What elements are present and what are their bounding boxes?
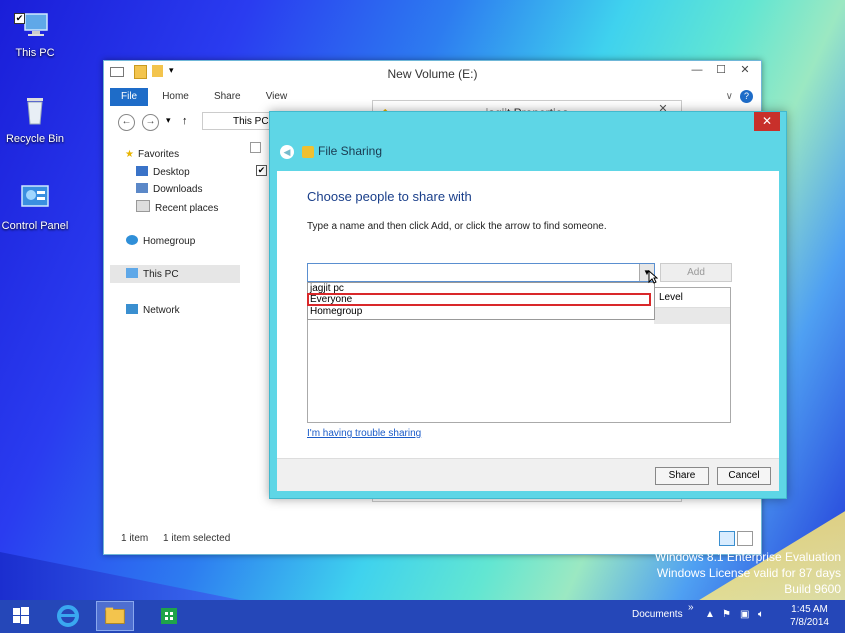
desktop-icon-label: Recycle Bin (5, 133, 65, 145)
toolbar-expand-icon[interactable]: » (688, 602, 694, 613)
watermark-line: Windows License valid for 87 days (656, 566, 841, 580)
nav-item-recent[interactable]: Recent places (136, 200, 218, 214)
nav-label: This PC (143, 269, 179, 280)
status-bar: 1 item 1 item selected (121, 533, 230, 544)
nav-label: Recent places (155, 203, 219, 214)
back-icon[interactable]: ← (118, 114, 135, 131)
help-icon[interactable]: ? (740, 90, 753, 103)
explorer-titlebar: ▾ New Volume (E:) — ☐ ✕ (104, 61, 761, 86)
nav-label: Downloads (153, 184, 203, 195)
selected-count: 1 item selected (163, 533, 231, 544)
watermark-line: Windows 8.1 Enterprise Evaluation (654, 550, 841, 564)
volume-icon[interactable]: 🔈︎ (758, 609, 764, 620)
windows-watermark: Windows 8.1 Enterprise Evaluation Window… (655, 549, 841, 597)
nav-label: Favorites (137, 149, 180, 160)
dialog-body: Choose people to share with Type a name … (277, 171, 779, 458)
nav-label: Homegroup (143, 236, 196, 247)
star-icon: ★ (125, 149, 134, 160)
trouble-sharing-link[interactable]: I'm having trouble sharing (307, 428, 421, 439)
desktop-icon-recycle-bin[interactable]: Recycle Bin (0, 94, 70, 145)
close-icon[interactable]: ✕ (754, 112, 780, 131)
dialog-title: File Sharing (318, 144, 383, 158)
start-button[interactable] (2, 601, 40, 631)
show-hidden-icons-icon[interactable]: ▲ (705, 609, 715, 620)
documents-toolbar[interactable]: Documents (632, 609, 683, 620)
desktop-icon-label: Control Panel (1, 220, 69, 232)
desktop-folder-icon (136, 166, 148, 176)
ribbon-expand-icon[interactable]: ∨ (726, 91, 733, 102)
minimize-icon[interactable]: — (685, 61, 709, 81)
maximize-icon[interactable]: ☐ (709, 61, 733, 81)
add-button[interactable]: Add (660, 263, 732, 282)
internet-explorer-button[interactable] (49, 601, 87, 631)
computer-icon (126, 268, 138, 278)
cancel-button[interactable]: Cancel (717, 467, 771, 485)
network-icon (126, 304, 138, 314)
store-icon (161, 608, 177, 624)
item-checkbox[interactable]: ✔ (256, 165, 267, 176)
tab-share[interactable]: Share (203, 88, 252, 106)
control-panel-icon (21, 185, 49, 207)
mouse-cursor-icon (648, 270, 658, 284)
nav-item-desktop[interactable]: Desktop (136, 166, 190, 178)
large-icons-view-icon[interactable] (737, 531, 753, 546)
forward-icon[interactable]: → (142, 114, 159, 131)
window-title: New Volume (E:) (387, 67, 478, 81)
nav-item-this-pc-content: This PC (126, 268, 179, 280)
tab-home[interactable]: Home (151, 88, 200, 106)
nav-item-downloads[interactable]: Downloads (136, 183, 202, 195)
table-row[interactable] (654, 308, 730, 324)
share-button[interactable]: Share (655, 467, 709, 485)
checkbox-icon[interactable]: ✔ (14, 13, 25, 24)
nav-item-homegroup[interactable]: Homegroup (126, 235, 195, 247)
desktop-icon-this-pc[interactable]: ✔ This PC (0, 8, 70, 59)
highlight-box (307, 293, 651, 306)
option-homegroup[interactable]: Homegroup (310, 306, 362, 317)
internet-explorer-icon (57, 605, 79, 627)
file-explorer-button[interactable] (96, 601, 134, 631)
option-everyone[interactable]: Everyone (310, 294, 352, 305)
clock[interactable]: 1:45 AM 7/8/2014 (790, 603, 829, 629)
downloads-icon (136, 183, 148, 193)
nav-label: Network (143, 305, 180, 316)
back-icon[interactable]: ◀ (280, 144, 294, 159)
clock-date: 7/8/2014 (790, 617, 829, 628)
homegroup-icon (126, 235, 138, 245)
desktop-icon-label: This PC (15, 47, 55, 59)
column-permission-level[interactable]: Level (654, 288, 730, 308)
people-dropdown-list: jagjit pc Everyone Homegroup (307, 282, 655, 320)
dialog-footer: Share Cancel (277, 458, 779, 491)
dialog-heading: Choose people to share with (307, 189, 472, 204)
name-combo-input[interactable]: ▼ (307, 263, 655, 282)
nav-item-network[interactable]: Network (126, 304, 180, 316)
nav-item-this-pc[interactable]: This PC (110, 265, 240, 283)
tab-file[interactable]: File (110, 88, 149, 106)
file-sharing-dialog: ✕ ◀ File Sharing Choose people to share w… (269, 111, 787, 499)
item-count: 1 item (121, 533, 149, 544)
people-icon (302, 145, 314, 158)
nav-label: Desktop (153, 167, 190, 178)
address-box[interactable]: This PC (202, 112, 276, 130)
taskbar: Documents » ▲ ⚑ ▣ 🔈︎ 1:45 AM 7/8/2014 (0, 600, 845, 633)
folder-icon (105, 607, 125, 624)
close-icon[interactable]: ✕ (733, 61, 757, 81)
address-text: This PC (233, 116, 269, 127)
nav-item-favorites[interactable]: ★ Favorites (125, 149, 179, 160)
network-status-icon[interactable]: ▣ (740, 609, 749, 620)
tab-view[interactable]: View (255, 88, 299, 106)
action-center-flag-icon[interactable]: ⚑ (722, 609, 731, 620)
dialog-header: ◀ File Sharing (280, 144, 382, 159)
recycle-bin-icon (27, 98, 43, 125)
details-view-icon[interactable] (719, 531, 735, 546)
watermark-line: Build 9600 (784, 582, 841, 596)
select-all-checkbox[interactable] (250, 142, 261, 153)
desktop-icon-control-panel[interactable]: Control Panel (0, 181, 70, 232)
windows-logo-icon (13, 607, 29, 624)
recent-places-icon (136, 200, 150, 212)
instruction-text: Type a name and then click Add, or click… (307, 221, 607, 232)
up-icon[interactable]: ↑ (182, 115, 188, 127)
clock-time: 1:45 AM (791, 604, 828, 615)
recent-locations-icon[interactable]: ▾ (166, 115, 171, 126)
store-button[interactable] (150, 601, 188, 631)
